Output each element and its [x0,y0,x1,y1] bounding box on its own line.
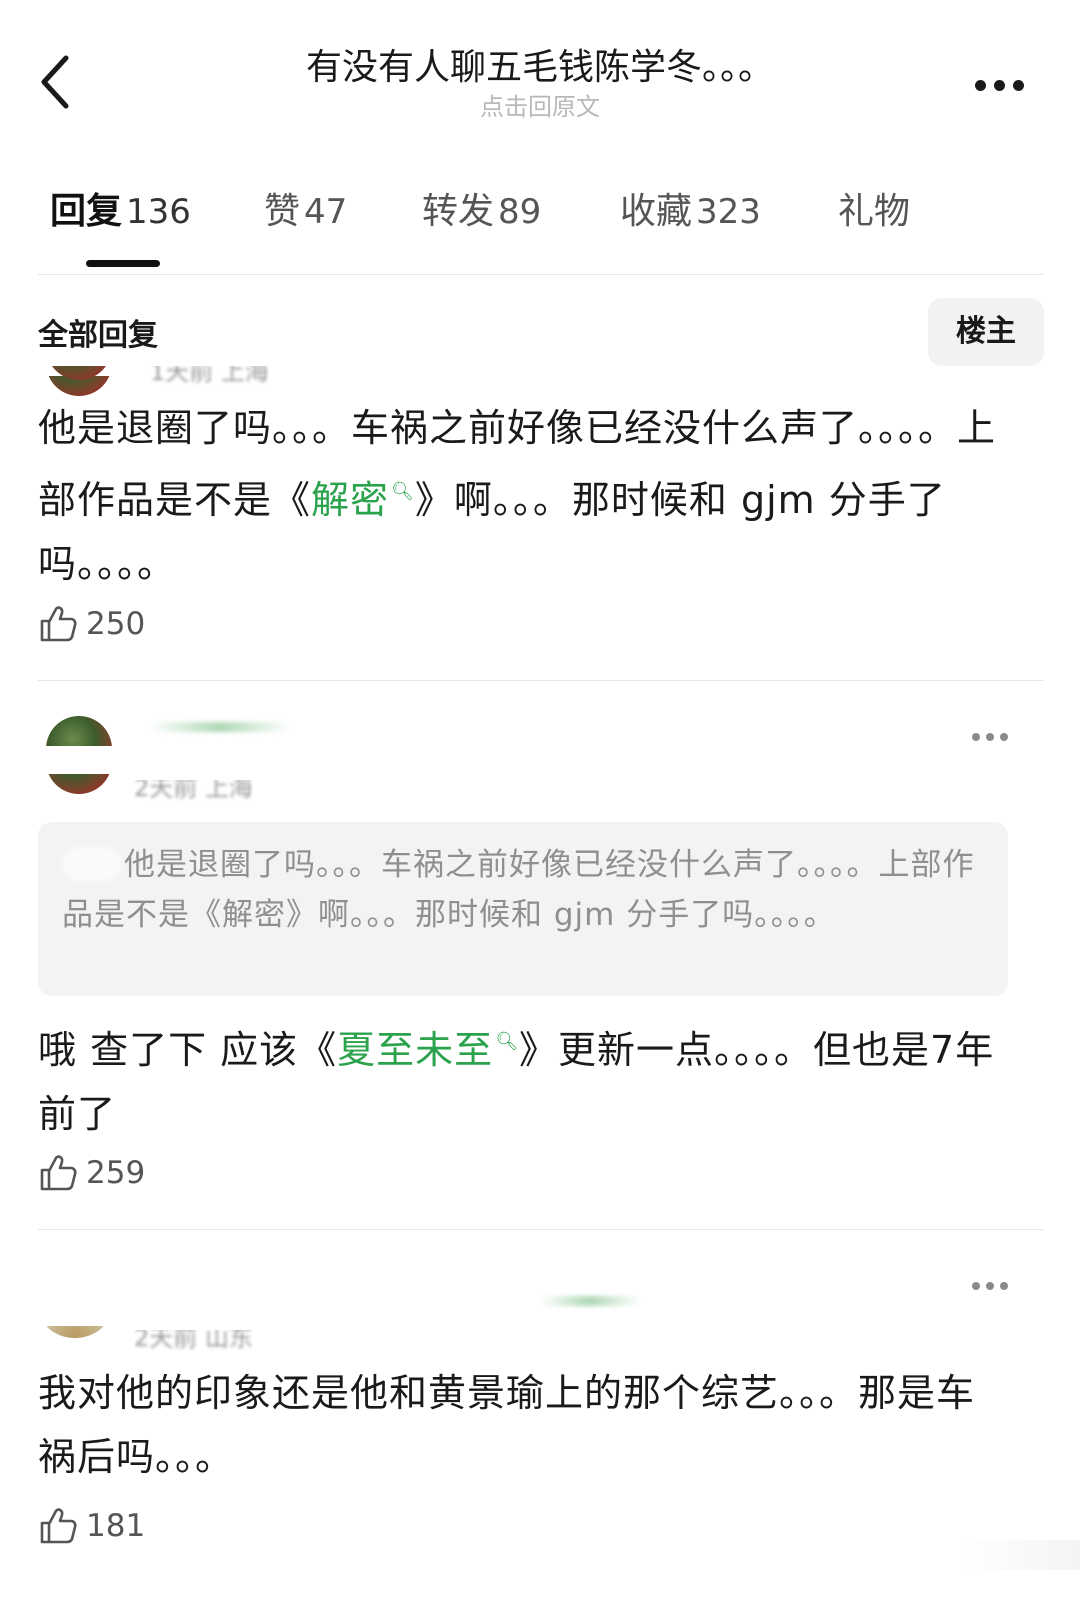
magnifier-icon: 🔍︎ [391,481,415,502]
tab-label: 赞 [264,191,301,232]
avatar[interactable] [46,716,112,746]
comment-text-part: 我对他的印象还是他和黄景瑜上的那个综艺。。。那是车祸后吗。。。 [38,1371,976,1479]
more-dot [1013,79,1024,91]
tab-likes[interactable]: 赞 47 [264,188,347,236]
like-count: 181 [86,1508,146,1544]
magnifier-icon: 🔍︎ [495,1031,520,1052]
avatar[interactable] [40,1326,110,1338]
tab-gifts[interactable]: 礼物 [838,188,914,236]
back-button[interactable] [30,50,80,114]
like-count: 259 [86,1155,146,1191]
comment-meta: 2天前 上海 [134,774,253,802]
topic-link[interactable]: 解密 [311,478,389,522]
more-dot [986,733,994,741]
username-blurred [150,722,290,732]
thumbs-up-icon [40,606,77,642]
more-horizontal-icon [972,1282,980,1290]
like-button[interactable]: 181 [38,1504,145,1548]
like-button[interactable]: 250 [38,602,145,646]
corner-fade [960,1540,1080,1570]
back-to-original-link[interactable]: 点击回原文 [180,92,900,122]
like-count: 250 [86,606,146,642]
tab-label: 礼物 [838,191,911,232]
comment-text: 我对他的印象还是他和黄景瑜上的那个综艺。。。那是车祸后吗。。。 [38,1361,1008,1489]
title-block[interactable]: 有没有人聊五毛钱陈学冬。。。 点击回原文 [180,44,900,122]
top-bar: 有没有人聊五毛钱陈学冬。。。 点击回原文 [0,0,1080,150]
quoted-avatar-blurred [62,847,122,881]
tab-count: 136 [126,192,191,232]
tab-count: 323 [696,192,761,232]
topic-link[interactable]: 夏至未至 [337,1028,493,1072]
more-horizontal-icon [975,79,986,91]
more-options-button[interactable] [975,78,1035,92]
divider [38,680,1044,681]
active-tab-indicator [86,260,160,267]
comment-meta: 2天前 山东 [134,1324,253,1352]
comment-text-part: 哦 查了下 应该《 [38,1028,338,1072]
comment-text: 哦 查了下 应该《夏至未至 🔍︎》更新一点。。。。但也是7年前了 [38,1010,1008,1146]
more-dot [994,79,1005,91]
tab-count: 47 [304,192,348,232]
thumbs-up-icon [40,1155,77,1191]
more-dot [986,1282,994,1290]
tab-replies[interactable]: 回复 136 [50,188,191,236]
thumbs-up-icon [40,1508,77,1544]
replies-header: 全部回复 楼主 [38,298,1044,366]
more-dot [1000,733,1008,741]
tab-favorites[interactable]: 收藏 323 [620,188,761,236]
section-title: 全部回复 [38,318,158,353]
tab-label: 转发 [422,191,495,232]
tab-label: 收藏 [620,191,693,232]
op-only-filter-button[interactable]: 楼主 [928,298,1044,366]
tab-count: 89 [498,192,542,232]
comment-more-button[interactable] [972,732,1012,742]
quoted-comment[interactable]: 他是退圈了吗。。。车祸之前好像已经没什么声了。。。。上部作品是不是《解密》啊。。… [38,822,1008,996]
comment-text: 他是退圈了吗。。。车祸之前好像已经没什么声了。。。。上部作品是不是《解密 🔍︎》啊… [38,396,1008,596]
tab-label: 回复 [50,191,123,232]
divider [38,274,1044,275]
stats-tabs: 回复 136 赞 47 转发 89 收藏 323 礼物 [0,188,1080,278]
tab-reposts[interactable]: 转发 89 [422,188,541,236]
username-blurred [540,1296,640,1306]
page-title: 有没有人聊五毛钱陈学冬。。。 [305,47,774,88]
chevron-left-icon [41,55,69,109]
quoted-text: 他是退圈了吗。。。车祸之前好像已经没什么声了。。。。上部作品是不是《解密》啊。。… [62,847,975,933]
like-button[interactable]: 259 [38,1151,145,1195]
divider [38,1229,1044,1230]
more-horizontal-icon [972,733,980,741]
more-dot [1000,1282,1008,1290]
comment-more-button[interactable] [972,1281,1012,1291]
